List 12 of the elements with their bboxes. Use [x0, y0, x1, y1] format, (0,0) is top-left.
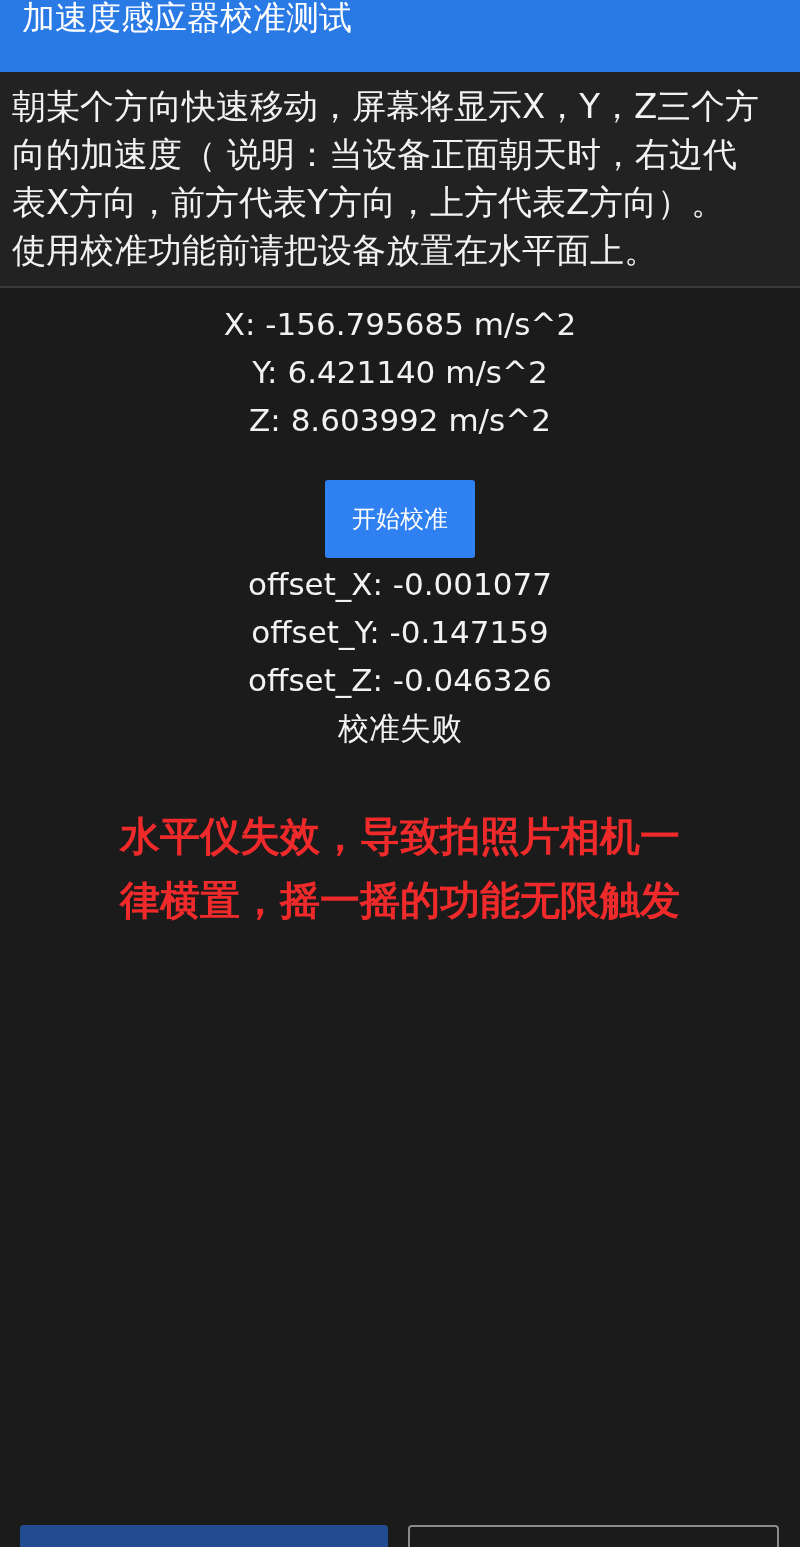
calibrate-button[interactable]: 开始校准 [325, 480, 475, 558]
outlined-button[interactable] [407, 1525, 779, 1547]
offset-reading: offset_Y: -0.147159 [251, 613, 549, 652]
offset-reading: offset_X: -0.001077 [248, 565, 552, 604]
calibration-status: 校准失败 [338, 709, 462, 748]
instructions-text: 朝某个方向快速移动，屏幕将显示X，Y，Z三个方 向的加速度（ 说明：当设备正面朝天时，右边代 表X方向，前方代表Y方向，上方代表Z方向）。 使用校准功能前请把设备放置在水平面上。 [0, 72, 800, 286]
acceleration-reading: X: -156.795685 m/s^2 [223, 305, 577, 344]
app-title: 加速度感应器校准测试 [22, 0, 353, 36]
offset-reading: offset_Z: -0.046326 [248, 661, 552, 700]
annotation-text: 水平仪失效，导致拍照片相机一 律横置，摇一摇的功能无限触发 [118, 812, 681, 925]
acceleration-reading: Y: 6.421140 m/s^2 [252, 353, 548, 392]
acceleration-reading: Z: 8.603992 m/s^2 [249, 401, 551, 440]
